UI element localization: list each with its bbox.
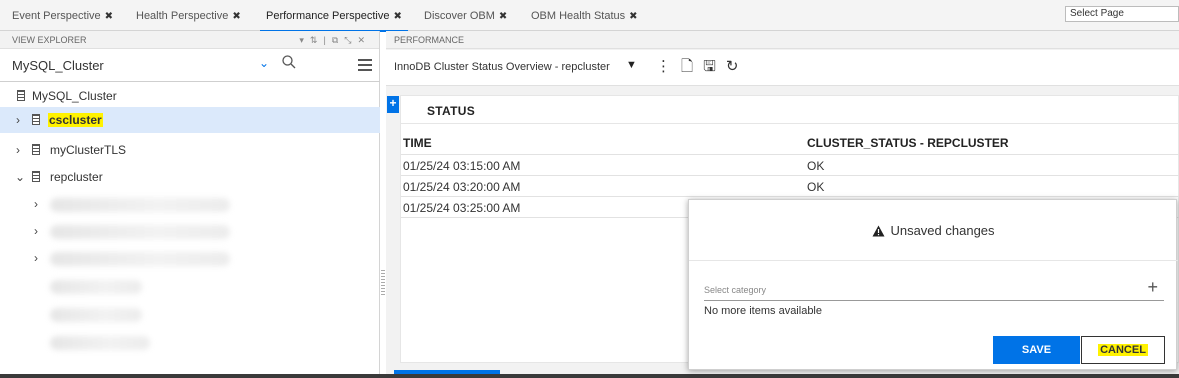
divider <box>401 154 1179 155</box>
popout-icon[interactable]: ⧉ <box>332 35 344 45</box>
close-icon[interactable]: ✖ <box>499 11 507 22</box>
tab-label: Performance Perspective <box>266 10 390 22</box>
database-icon <box>32 144 40 155</box>
redacted-label <box>50 336 150 350</box>
add-icon[interactable]: + <box>387 96 399 113</box>
save-button[interactable]: SAVE <box>993 336 1080 364</box>
toolbar-icons: ⋮🗋🖫↻ <box>656 56 748 81</box>
tab-label: Discover OBM <box>424 10 495 22</box>
tree-node-label: myClusterTLS <box>50 143 127 157</box>
filter-icon[interactable]: ▾ <box>299 35 310 45</box>
search-icon[interactable] <box>282 55 296 69</box>
redacted-label <box>50 225 230 239</box>
column-header-cluster-status[interactable]: CLUSTER_STATUS - REPCLUSTER <box>807 136 1009 150</box>
graph-selector[interactable]: InnoDB Cluster Status Overview - repclus… <box>394 61 610 73</box>
tab-discover-obm[interactable]: Discover OBM ✖ <box>424 0 507 31</box>
tree-child-redacted[interactable]: › <box>0 191 380 217</box>
unsaved-changes-dialog: Unsaved changes Select category + No mor… <box>688 199 1178 370</box>
view-explorer-header: VIEW EXPLORER ▾⇅|⧉⤡✕ <box>0 31 379 49</box>
tree-root[interactable]: MySQL_Cluster <box>0 83 380 109</box>
warning-icon <box>872 225 885 237</box>
tab-performance-perspective[interactable]: Performance Perspective ✖ <box>260 0 408 32</box>
database-icon <box>17 90 25 101</box>
tab-label: Health Perspective <box>136 10 229 22</box>
database-icon <box>32 171 40 182</box>
caret-down-icon[interactable]: ▼ <box>626 59 637 71</box>
redacted-label <box>50 252 230 266</box>
chevron-down-icon[interactable]: ⌄ <box>259 56 269 70</box>
category-placeholder: Select category <box>704 285 767 295</box>
close-icon[interactable]: ✖ <box>105 11 113 22</box>
tab-event-perspective[interactable]: Event Perspective ✖ <box>12 0 113 31</box>
cell-status: OK <box>807 159 825 173</box>
view-explorer-panel: VIEW EXPLORER ▾⇅|⧉⤡✕ MySQL_Cluster ⌄ MyS… <box>0 31 380 374</box>
redacted-label <box>50 198 230 212</box>
more-vertical-icon[interactable]: ⋮ <box>656 58 681 75</box>
expand-arrow-icon[interactable]: › <box>16 113 20 127</box>
redacted-label <box>50 308 142 322</box>
close-icon[interactable]: ✖ <box>629 11 637 22</box>
tab-obm-health-status[interactable]: OBM Health Status ✖ <box>531 0 638 31</box>
cancel-button[interactable]: CANCEL <box>1081 336 1165 364</box>
divider <box>401 196 1179 197</box>
tree-root-label: MySQL_Cluster <box>32 89 117 103</box>
tab-label: OBM Health Status <box>531 10 626 22</box>
perspective-tab-bar: Event Perspective ✖ Health Perspective ✖ P… <box>0 0 1179 32</box>
tree-node-label: repcluster <box>50 170 103 184</box>
save-icon[interactable]: 🖫 <box>703 58 726 75</box>
cell-time: 01/25/24 03:15:00 AM <box>403 159 521 173</box>
tree-node-myclustertls[interactable]: › myClusterTLS <box>0 137 380 163</box>
panel-title: VIEW EXPLORER <box>12 35 87 45</box>
tree-node-repcluster[interactable]: ⌄ repcluster <box>0 164 380 190</box>
dialog-title: Unsaved changes <box>689 223 1178 238</box>
panel-title: PERFORMANCE <box>394 35 465 45</box>
add-icon[interactable]: + <box>1147 277 1158 298</box>
expand-arrow-icon[interactable]: › <box>16 143 20 157</box>
cell-time: 01/25/24 03:25:00 AM <box>403 201 521 215</box>
selected-view-name: MySQL_Cluster <box>12 58 104 73</box>
divider <box>401 123 1179 124</box>
expand-arrow-icon[interactable]: › <box>34 251 38 265</box>
select-page-dropdown[interactable]: Select Page <box>1065 6 1179 22</box>
tree-child-redacted[interactable]: › <box>0 218 380 244</box>
separator: | <box>323 35 332 45</box>
sort-icon[interactable]: ⇅ <box>310 35 324 45</box>
view-selector[interactable]: MySQL_Cluster ⌄ <box>0 50 380 82</box>
redacted-label <box>50 280 142 294</box>
tab-health-perspective[interactable]: Health Perspective ✖ <box>136 0 241 31</box>
close-icon[interactable]: ✕ <box>357 35 371 45</box>
cell-time: 01/25/24 03:20:00 AM <box>403 180 521 194</box>
performance-header: PERFORMANCE <box>386 31 1179 49</box>
collapse-arrow-icon[interactable]: ⌄ <box>15 170 25 184</box>
cancel-label: CANCEL <box>1098 344 1148 356</box>
database-icon <box>32 114 40 125</box>
dialog-title-text: Unsaved changes <box>890 223 995 238</box>
performance-toolbar: InnoDB Cluster Status Overview - repclus… <box>386 50 1179 86</box>
status-title: STATUS <box>427 104 476 118</box>
tree-node-cscluster[interactable]: › cscluster <box>0 107 380 133</box>
close-icon[interactable]: ✖ <box>232 11 240 22</box>
tree-child-redacted[interactable] <box>0 327 380 353</box>
divider <box>401 175 1179 176</box>
refresh-icon[interactable]: ↻ <box>726 58 749 75</box>
empty-message: No more items available <box>704 305 822 317</box>
expand-arrow-icon[interactable]: › <box>34 224 38 238</box>
panel-splitter-handle[interactable] <box>381 270 385 296</box>
close-icon[interactable]: ✖ <box>394 11 402 22</box>
minimize-icon[interactable]: ⤡ <box>344 35 357 45</box>
tree-child-redacted[interactable] <box>0 301 380 327</box>
panel-tools: ▾⇅|⧉⤡✕ <box>299 31 371 49</box>
divider <box>689 260 1178 261</box>
tree-child-redacted[interactable] <box>0 273 380 299</box>
window-bottom-edge <box>0 374 1179 378</box>
expand-arrow-icon[interactable]: › <box>34 197 38 211</box>
tab-label: Event Perspective <box>12 10 101 22</box>
column-header-time[interactable]: TIME <box>403 136 432 150</box>
new-file-icon[interactable]: 🗋 <box>681 58 703 75</box>
hamburger-menu-icon[interactable] <box>358 59 372 74</box>
tree-child-redacted[interactable]: › <box>0 245 380 271</box>
category-select[interactable]: Select category + <box>704 277 1164 301</box>
cell-status: OK <box>807 180 825 194</box>
tree-node-label: cscluster <box>48 113 103 127</box>
